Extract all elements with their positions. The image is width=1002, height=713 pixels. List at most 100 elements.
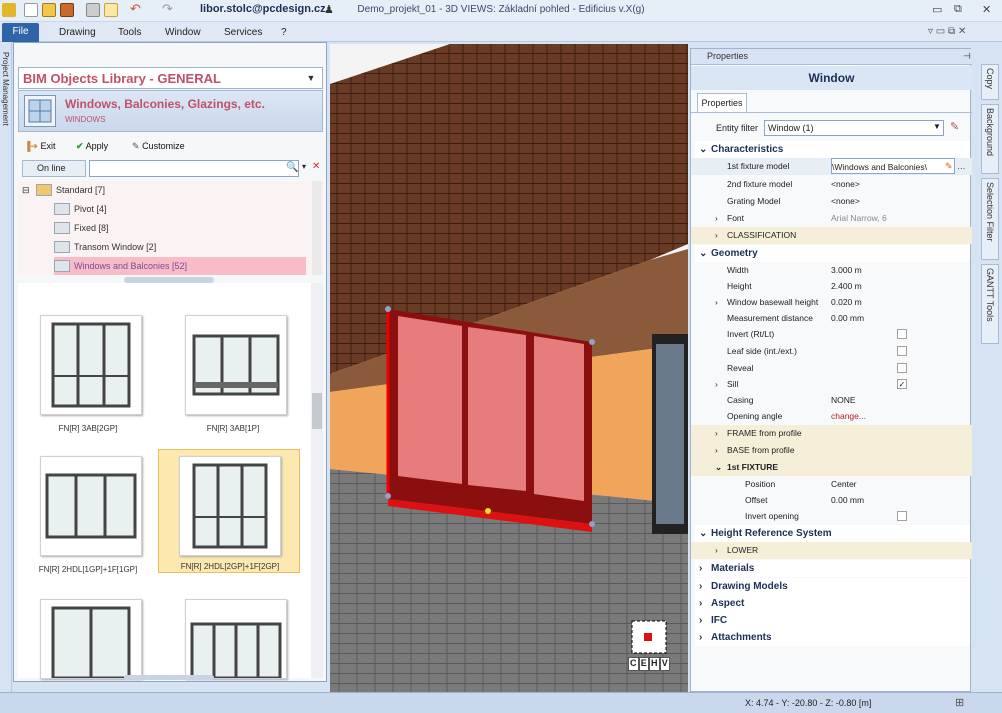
menu-services[interactable]: Services	[224, 27, 262, 38]
more-button[interactable]: …	[957, 158, 966, 175]
leaf-side-checkbox[interactable]	[897, 346, 907, 356]
row-fixture2[interactable]: 2nd fixture model <none>	[691, 176, 972, 193]
row-lower[interactable]: › LOWER	[691, 542, 972, 559]
chevron-right-icon[interactable]: ›	[715, 294, 718, 311]
row-reveal[interactable]: Reveal	[691, 360, 972, 377]
row-position[interactable]: Position Center	[691, 476, 972, 493]
collapse-icon[interactable]: ⊟	[22, 181, 30, 199]
row-measurement[interactable]: Measurement distance 0.00 mm	[691, 310, 972, 327]
row-classification[interactable]: › CLASSIFICATION	[691, 227, 972, 244]
row-basewall[interactable]: › Window basewall height 0.020 m	[691, 294, 972, 311]
row-height[interactable]: Height 2.400 m	[691, 278, 972, 295]
section-ifc[interactable]: › IFC	[695, 612, 970, 629]
search-input[interactable]	[89, 160, 299, 177]
clear-icon[interactable]: ✕	[312, 161, 320, 172]
object-card[interactable]: FN[R] 3AB[1P]	[163, 291, 303, 436]
chevron-right-icon[interactable]: ›	[715, 376, 718, 393]
sill-checkbox-checked[interactable]: ✓	[897, 379, 907, 389]
gantt-tools-tab[interactable]: GANTT Tools	[981, 264, 999, 344]
minimize-icon[interactable]: ▭	[932, 3, 942, 16]
row-offset[interactable]: Offset 0.00 mm	[691, 492, 972, 509]
chevron-down-icon[interactable]: ▼	[302, 70, 320, 86]
entity-filter-select[interactable]: Window (1)	[764, 120, 944, 136]
menu-help[interactable]: ?	[281, 27, 287, 38]
chevron-down-icon[interactable]: ▼	[933, 122, 941, 131]
section-aspect[interactable]: › Aspect	[695, 595, 970, 612]
tree-item-standard[interactable]: ⊟ Standard [7]	[22, 181, 105, 199]
view-cube[interactable]: C E H V	[628, 617, 670, 671]
online-button[interactable]: On line	[22, 160, 86, 177]
menu-drawing[interactable]: Drawing	[59, 27, 96, 38]
prop-value: NONE	[831, 395, 856, 405]
view-cube-v[interactable]: V	[659, 657, 670, 671]
row-font[interactable]: › Font Arial Narrow, 6	[691, 210, 972, 227]
view-cube-h[interactable]: H	[649, 657, 660, 671]
section-characteristics[interactable]: ⌄ Characteristics	[695, 141, 970, 158]
customize-button[interactable]: ✎ Customize	[132, 137, 185, 155]
row-frame-profile[interactable]: › FRAME from profile	[691, 425, 972, 442]
row-invert[interactable]: Invert (Rt/Lt)	[691, 326, 972, 343]
grid-scrollbar[interactable]	[311, 283, 323, 678]
object-card-selected[interactable]: FN[R] 2HDL[2GP]+1F[2GP]	[158, 449, 300, 573]
snap-settings-icon[interactable]: ⊞	[955, 696, 964, 709]
close-icon[interactable]: ✕	[982, 3, 991, 16]
edit-icon[interactable]: ✎	[945, 158, 953, 175]
filter-edit-icon[interactable]: ✎	[950, 120, 959, 133]
pin-icon[interactable]: ⊣	[963, 51, 971, 62]
properties-subtab[interactable]: Properties	[697, 93, 747, 113]
section-geometry[interactable]: ⌄ Geometry	[695, 245, 970, 262]
section-drawing-models[interactable]: › Drawing Models	[695, 578, 970, 595]
project-management-tab[interactable]: Project Management	[1, 52, 10, 126]
object-card[interactable]: FN[R] 2HDL[1GP]+1F[1GP]	[18, 453, 158, 598]
prop-name: Height	[727, 281, 752, 291]
exit-button[interactable]: ▐➜ Exit	[24, 137, 55, 155]
tree-scrollbar[interactable]	[312, 181, 322, 275]
tree-item-transom[interactable]: Transom Window [2]	[54, 238, 156, 256]
row-casing[interactable]: Casing NONE	[691, 392, 972, 409]
background-tab[interactable]: Background	[981, 104, 999, 174]
section-attachments[interactable]: › Attachments	[695, 629, 970, 646]
search-dropdown-icon[interactable]: ▾	[302, 162, 306, 171]
menu-window[interactable]: Window	[165, 27, 201, 38]
fixture1-value[interactable]: \Windows and Balconies\	[831, 158, 955, 174]
view-cube-e[interactable]: E	[638, 657, 649, 671]
search-icon[interactable]: 🔍	[286, 162, 298, 173]
row-grating[interactable]: Grating Model <none>	[691, 193, 972, 210]
right-tab-strip: Copy Background Selection Filter GANTT T…	[978, 42, 1002, 692]
invert-checkbox[interactable]	[897, 329, 907, 339]
object-card[interactable]	[163, 593, 303, 680]
selection-filter-tab[interactable]: Selection Filter	[981, 178, 999, 260]
menu-tools[interactable]: Tools	[118, 27, 141, 38]
row-opening-angle[interactable]: Opening angle change...	[691, 408, 972, 425]
chevron-right-icon[interactable]: ›	[715, 210, 718, 227]
tree-item-fixed[interactable]: Fixed [8]	[54, 219, 109, 237]
invert-opening-checkbox[interactable]	[897, 511, 907, 521]
window-thumbnail	[40, 456, 142, 556]
row-width[interactable]: Width 3.000 m	[691, 262, 972, 279]
row-base-profile[interactable]: › BASE from profile	[691, 442, 972, 459]
section-materials[interactable]: › Materials	[695, 560, 970, 577]
tree-item-windows-balconies[interactable]: Windows and Balconies [52]	[54, 257, 306, 275]
row-invert-opening[interactable]: Invert opening	[691, 508, 972, 525]
object-card[interactable]	[18, 593, 158, 680]
restore-icon[interactable]: ⧉	[954, 3, 962, 16]
row-1st-fixture[interactable]: ⌄ 1st FIXTURE	[691, 459, 972, 476]
tree-item-pivot[interactable]: Pivot [4]	[54, 200, 107, 218]
copy-tab[interactable]: Copy	[981, 64, 999, 100]
change-link[interactable]: change...	[831, 408, 955, 424]
reveal-checkbox[interactable]	[897, 363, 907, 373]
row-fixture1[interactable]: 1st fixture model \Windows and Balconies\…	[691, 158, 972, 175]
row-sill[interactable]: › Sill ✓	[691, 376, 972, 393]
ribbon-toggle-icon[interactable]: ▿ ▭ ⧉ ✕	[928, 26, 966, 37]
library-selector[interactable]: BIM Objects Library - GENERAL ▼	[18, 67, 323, 89]
view-cube-c[interactable]: C	[628, 657, 639, 671]
group-label: CLASSIFICATION	[727, 230, 797, 240]
row-leaf-side[interactable]: Leaf side (int./ext.)	[691, 343, 972, 360]
apply-button[interactable]: ✔ Apply	[76, 137, 108, 155]
section-height-reference[interactable]: ⌄ Height Reference System	[695, 525, 970, 542]
properties-pane-tab[interactable]: Properties	[691, 49, 972, 65]
3d-viewport[interactable]	[330, 44, 688, 692]
bottom-splitter-handle[interactable]	[124, 675, 214, 680]
object-card[interactable]: FN[R] 3AB[2GP]	[18, 291, 158, 436]
file-tab[interactable]: File	[2, 23, 39, 42]
